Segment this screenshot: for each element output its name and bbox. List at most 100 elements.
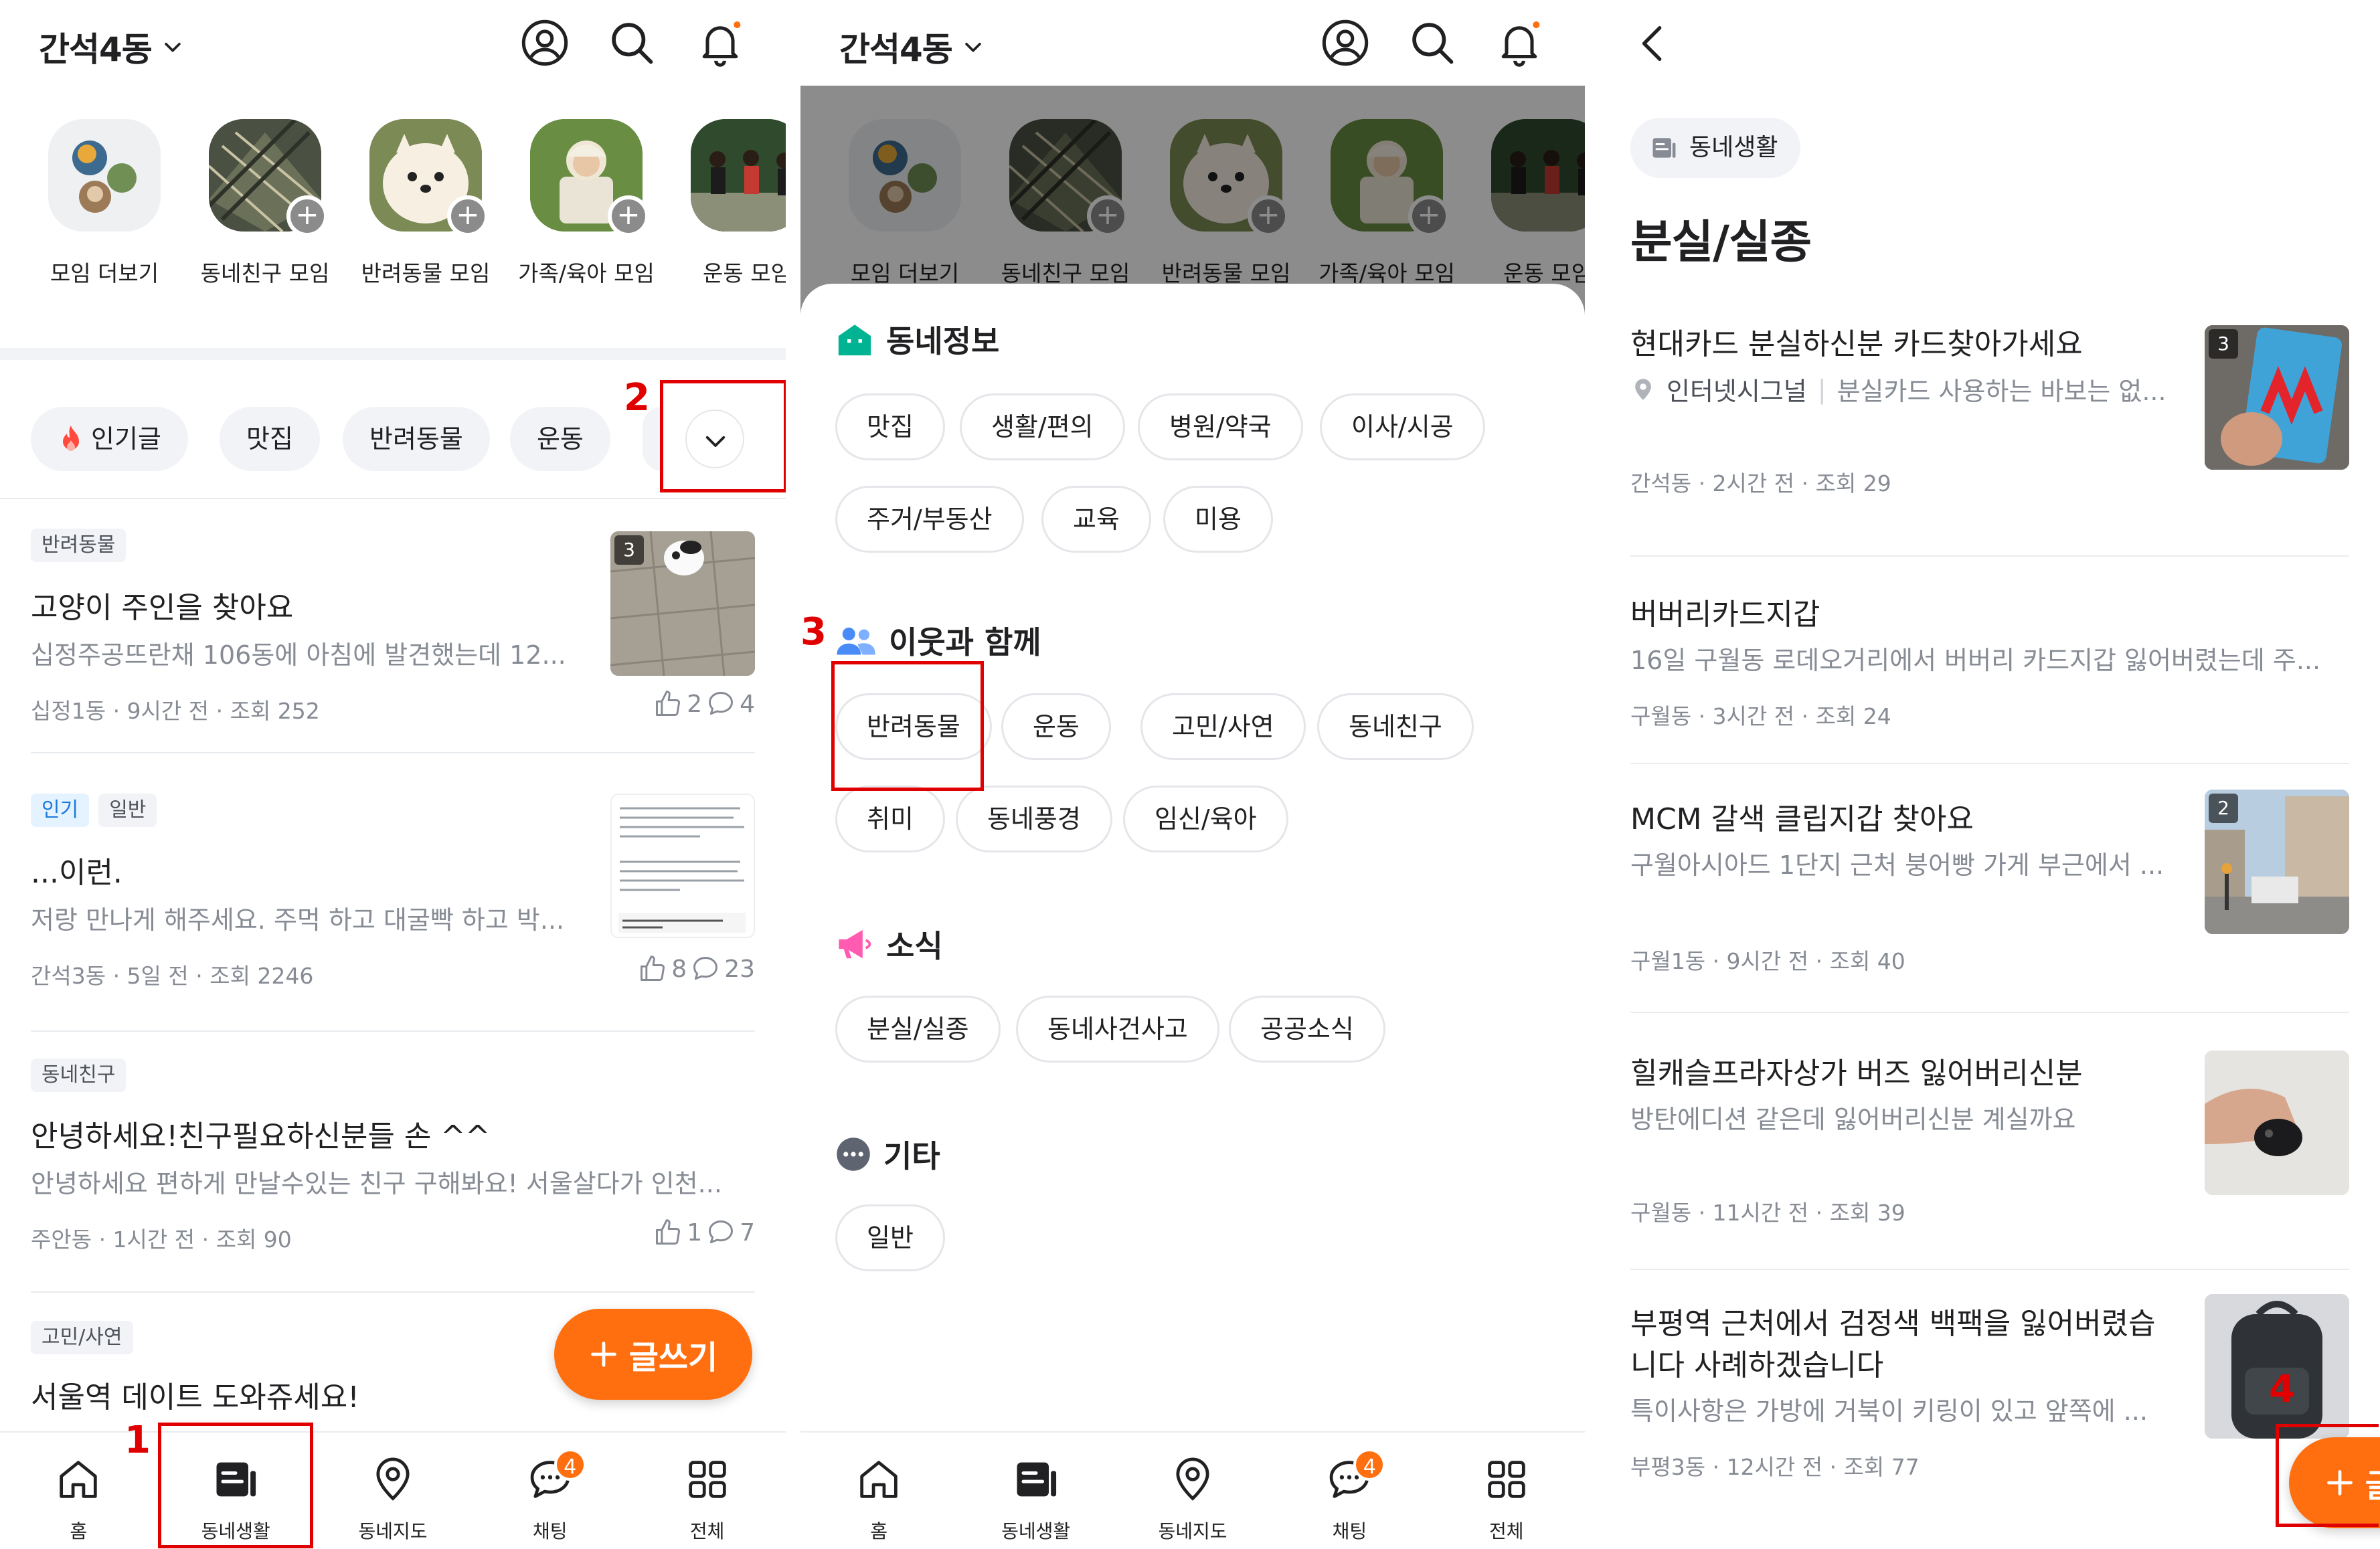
category-chip[interactable]: 병원/약국 [1138,393,1303,460]
people-icon [837,627,875,655]
annotation-number-3: 3 [800,610,827,654]
category-chip[interactable]: 동네풍경 [956,786,1112,852]
nav-all[interactable]: 전체 [1428,1433,1585,1549]
category-chip[interactable]: 취미 [835,786,945,852]
divider [31,752,755,753]
write-post-button[interactable]: 글쓰기 [554,1309,752,1400]
post-tag: 고민/사연 [31,1321,133,1354]
nav-chat[interactable]: 4 채팅 [1271,1433,1428,1549]
category-chip[interactable]: 운동 [1001,693,1111,760]
category-chip[interactable]: 임신/육아 [1123,786,1288,852]
nav-neighborhood-life[interactable]: 동네생활 [957,1433,1114,1549]
post-item[interactable]: MCM 갈색 클립지갑 찾아요 구월아시아드 1단지 근처 붕어빵 가게 부근에… [1630,790,2349,977]
chat-badge: 4 [554,1449,586,1481]
post-item[interactable]: 반려동물 고양이 주인을 찾아요 십정주공뜨란채 106동에 아침에 발견했는데… [31,529,755,736]
profile-icon[interactable] [1320,17,1371,68]
category-chip[interactable]: 동네사건사고 [1016,996,1219,1063]
section-title: 동네정보 [886,323,1000,359]
section-header-etc: 기타 [835,1132,940,1176]
post-body: 특이사항은 가방에 거북이 키링이 있고 앞쪽에 ... [1630,1396,2148,1426]
image-count-badge: 3 [614,535,644,565]
annotation-number-4: 4 [2269,1368,2295,1411]
nav-home[interactable]: 홈 [800,1433,957,1549]
like-icon [656,691,681,716]
location-label: 간석4동 [39,30,153,69]
category-chip[interactable]: 동네친구 [1317,693,1474,760]
post-item[interactable]: 힐캐슬프라자상가 버즈 잃어버리신분 방탄에디션 같은데 잃어버리신분 계실까요… [1630,1044,2349,1231]
chip-label: 동네친구 [1349,712,1442,741]
header: 간석4동 [0,0,786,86]
divider [31,1291,755,1293]
story-label: 가족/육아 모임 [518,260,655,286]
post-item[interactable]: 현대카드 분실하신분 카드찾아가세요 인터넷시그널 | 분실카드 사용하는 바보… [1630,314,2349,496]
chip-pets[interactable]: 반려동물 [343,407,490,471]
post-meta: 구월1동 · 9시간 전 · 조회 40 [1630,948,1905,974]
write-label: 글쓰기 [628,1339,718,1376]
earbud-photo [2205,1051,2349,1195]
nav-label: 동네지도 [1158,1520,1227,1542]
nav-map[interactable]: 동네지도 [1114,1433,1271,1549]
chip-label: 생활/편의 [991,412,1094,442]
club-stories: 모임 더보기 + 동네친구 모임 + 반려동물 모임 + 가족/육아 모임 운동… [0,119,786,293]
location-pin-icon [1635,378,1651,400]
post-item[interactable]: 부평역 근처에서 검정색 백팩을 잃어버렸습 니다 사례하겠습니다 특이사항은 … [1630,1294,2349,1508]
category-badge[interactable]: 동네생활 [1630,118,1801,178]
divider [1630,1269,2349,1270]
grid-icon [1488,1461,1525,1498]
post-item[interactable]: 인기 일반 ...이런. 저랑 만나게 해주세요. 주먹 하고 대굴빡 하고 박.… [31,794,755,1001]
nav-chat[interactable]: 4 채팅 [471,1433,628,1549]
category-chip[interactable]: 일반 [835,1204,945,1271]
nav-label: 동네생활 [1001,1520,1071,1542]
location-selector[interactable]: 간석4동 [39,23,184,71]
category-chip[interactable]: 교육 [1041,486,1151,553]
chip-popular[interactable]: 인기글 [31,407,188,471]
location-selector[interactable]: 간석4동 [839,23,985,71]
category-chip[interactable]: 맛집 [835,393,945,460]
search-icon[interactable] [1407,17,1458,68]
nav-all[interactable]: 전체 [628,1433,786,1549]
bottom-navigation: 홈 동네생활 동네지도 4 채팅 전체 [0,1431,786,1549]
post-body: 16일 구월동 로데오거리에서 버버리 카드지갑 잃어버렸는데 주... [1630,646,2321,675]
category-chip[interactable]: 공공소식 [1229,996,1385,1063]
plus-icon: + [447,195,489,237]
nav-map[interactable]: 동네지도 [315,1433,472,1549]
running-photo [691,119,786,232]
category-chip[interactable]: 고민/사연 [1140,693,1306,760]
image-count-badge: 3 [2209,329,2238,359]
post-meta: 주안동 · 1시간 전 · 조회 90 [31,1226,292,1253]
category-chip[interactable]: 생활/편의 [960,393,1125,460]
bell-icon[interactable] [1494,17,1545,68]
divider [0,498,786,499]
category-chip[interactable]: 미용 [1163,486,1273,553]
chat-badge: 4 [1353,1449,1386,1481]
post-body: 안녕하세요 편하게 만날수있는 친구 구해봐요! 서울살다가 인천... [31,1169,722,1198]
post-reactions: 2 4 [653,689,755,719]
chip-label: 취미 [867,804,914,834]
back-arrow-icon[interactable] [1630,20,1677,67]
post-title: MCM 갈색 클립지갑 찾아요 [1630,802,1974,836]
annotation-box-4 [2276,1424,2379,1527]
fire-icon [63,426,79,451]
divider [1630,1012,2349,1013]
chip-label: 동네사건사고 [1047,1014,1188,1044]
chip-sports[interactable]: 운동 [510,407,610,471]
post-item[interactable]: 버버리카드지갑 16일 구월동 로데오거리에서 버버리 카드지갑 잃어버렸는데 … [1630,585,2349,732]
story-label: 반려동물 모임 [361,260,491,286]
search-icon[interactable] [606,17,657,68]
category-chip[interactable]: 주거/부동산 [835,486,1024,553]
category-chip[interactable]: 이사/시공 [1320,393,1485,460]
chip-label: 고민/사연 [1172,712,1274,741]
cat-photo: 3 [610,531,755,676]
bell-icon[interactable] [695,17,746,68]
chip-restaurants[interactable]: 맛집 [220,407,320,471]
section-title: 소식 [886,928,943,964]
category-chip-lost-missing[interactable]: 분실/실종 [835,996,1001,1063]
profile-icon[interactable] [519,17,570,68]
page-title: 분실/실종 [1630,216,1812,269]
club-collage-image [48,119,161,232]
chip-label: 임신/육아 [1155,804,1257,834]
post-title: 안녕하세요!친구필요하신분들 손 ^^ [31,1119,491,1154]
post-item[interactable]: 동네친구 안녕하세요!친구필요하신분들 손 ^^ 안녕하세요 편하게 만날수있는… [31,1059,755,1259]
comment-icon [709,1220,734,1244]
nav-label: 전체 [1489,1520,1524,1542]
